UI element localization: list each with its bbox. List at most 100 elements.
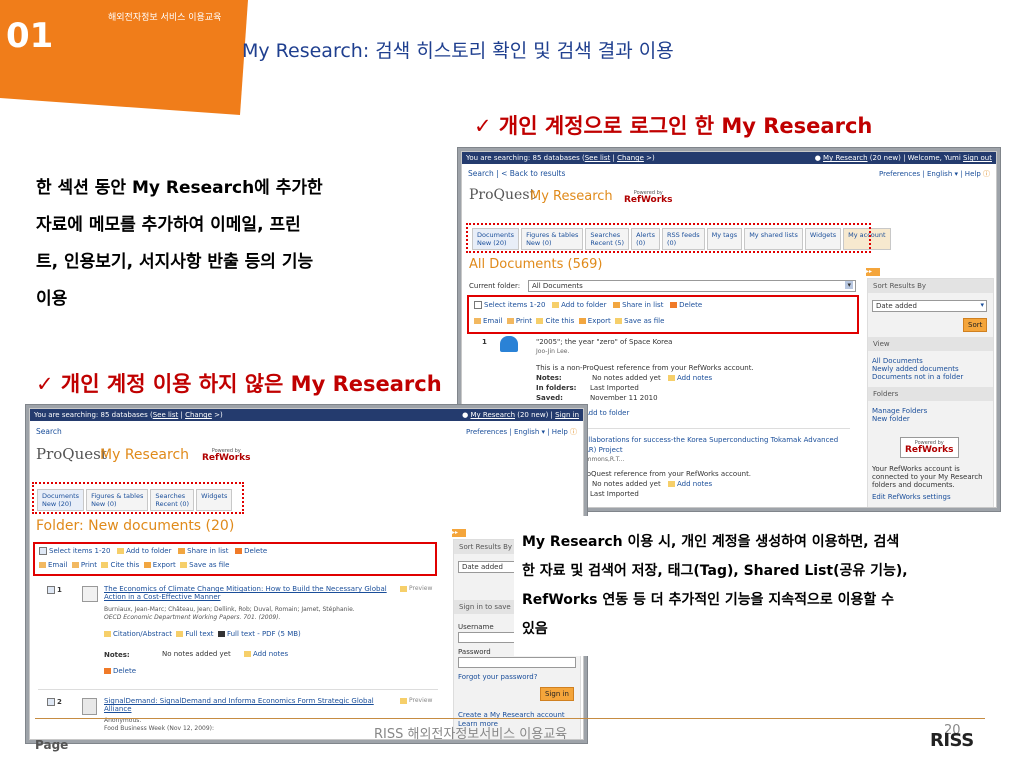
saved-value: November 11 2010 <box>590 394 658 402</box>
back-to-results-link[interactable]: < Back to results <box>501 169 565 178</box>
refworks-logo: RefWorks <box>624 195 673 205</box>
footer-course-title: RISS 해외전자정보서비스 이용교육 <box>374 727 568 742</box>
collapse-icon[interactable]: ▸▸ <box>866 268 880 276</box>
password-input[interactable] <box>458 657 576 668</box>
citation-abstract-link[interactable]: Citation/Abstract <box>113 630 172 638</box>
change-link[interactable]: Change <box>617 154 644 162</box>
change-link[interactable]: Change <box>185 411 212 419</box>
note-icon <box>668 375 675 381</box>
check-mark-icon: ✓ <box>474 114 492 138</box>
item1-checkbox-number[interactable]: 1 <box>47 586 62 594</box>
top-bar-text: You are searching: 85 databases ( <box>466 154 585 162</box>
full-text-link[interactable]: Full text <box>185 630 213 638</box>
sign-out-link[interactable]: Sign out <box>963 154 992 162</box>
citation-icon <box>104 631 111 637</box>
help-icon[interactable]: ⓘ <box>570 428 577 436</box>
view-all-documents-link[interactable]: All Documents <box>872 357 923 365</box>
my-research-link[interactable]: My Research <box>823 154 868 162</box>
subnav: Search | < Back to results <box>468 169 566 178</box>
item1-title[interactable]: The Economics of Climate Change Mitigati… <box>104 585 404 601</box>
item2-title-line2[interactable]: AR) Project <box>584 446 623 454</box>
description-right-line: RefWorks 연동 등 더 추가적인 기능을 지속적으로 이용할 수 <box>522 592 895 608</box>
slide-number: 01 <box>6 16 54 56</box>
collapse-icon[interactable]: ▸▸ <box>452 529 466 537</box>
add-notes-text: Add notes <box>677 480 713 488</box>
screenshot-guest: You are searching: 85 databases (See lis… <box>29 408 584 740</box>
refworks-logo: RefWorks <box>202 453 251 463</box>
preview-icon <box>400 697 407 704</box>
item1-author: Joo-Jin Lee. <box>536 348 570 355</box>
password-label: Password <box>458 648 491 656</box>
description-left: 한 섹션 동안 My Research에 추가한 자료에 메모를 추가하여 이메… <box>36 170 436 318</box>
preferences-link[interactable]: Preferences | English ▾ | Help <box>466 428 568 436</box>
add-notes-link[interactable]: Add notes <box>668 374 712 382</box>
item1-source: OECD Economic Department Working Papers.… <box>104 614 281 621</box>
documents-heading: All Documents (569) <box>469 257 603 272</box>
my-research-title: My Research <box>530 189 613 204</box>
preferences-bar[interactable]: Preferences | English ▾ | Help ⓘ <box>879 169 990 179</box>
item2-note: roQuest reference from your RefWorks acc… <box>584 470 752 478</box>
search-link[interactable]: Search <box>36 427 62 436</box>
view-newly-added-link[interactable]: Newly added documents <box>872 365 959 373</box>
preferences-bar[interactable]: Preferences | English ▾ | Help ⓘ <box>466 427 577 437</box>
preview-icon <box>400 585 407 592</box>
sign-in-link[interactable]: Sign in <box>555 411 579 419</box>
preview-text: Preview <box>409 697 433 704</box>
top-bar: You are searching: 85 databases (See lis… <box>30 409 583 421</box>
preview-button[interactable]: Preview <box>400 697 432 704</box>
current-folder-value: All Documents <box>532 282 583 290</box>
item2-source: Food Business Week (Nov 12, 2009): <box>104 725 215 732</box>
heading-not-logged-in: ✓ 개인 계정 이용 하지 않은 My Research <box>36 368 442 398</box>
item-number: 2 <box>57 698 62 706</box>
item2-title[interactable]: SignalDemand: SignalDemand and Informa E… <box>104 697 394 713</box>
help-icon[interactable]: ⓘ <box>983 170 990 178</box>
item2-checkbox-number[interactable]: 2 <box>47 698 62 706</box>
proquest-logo: ProQuest <box>36 445 107 463</box>
search-link[interactable]: Search <box>468 169 494 178</box>
full-text-pdf-link[interactable]: Full text - PDF (5 MB) <box>227 630 301 638</box>
new-folder-link[interactable]: New folder <box>872 415 910 423</box>
in-folders-value: Last Imported <box>590 490 639 498</box>
in-folders-value: Last Imported <box>590 384 639 392</box>
item1-note: This is a non-ProQuest reference from yo… <box>536 364 754 372</box>
edit-refworks-settings-link[interactable]: Edit RefWorks settings <box>872 493 951 501</box>
item2-author: immons,R.T... <box>584 456 625 463</box>
document-thumbnail-icon <box>82 698 97 715</box>
delete-item-link[interactable]: Delete <box>104 667 136 675</box>
current-folder-label: Current folder: <box>469 282 521 290</box>
heading-logged-in: ✓ 개인 계정으로 로그인 한 My Research <box>474 110 872 140</box>
see-list-link[interactable]: See list <box>153 411 179 419</box>
sort-select[interactable]: Date added ▾ <box>872 300 987 312</box>
my-research-title: My Research <box>100 447 190 463</box>
add-notes-link[interactable]: Add notes <box>244 650 288 658</box>
forgot-password-link[interactable]: Forgot your password? <box>458 673 537 681</box>
add-notes-text: Add notes <box>253 650 289 658</box>
add-to-folder-link[interactable]: Add to folder <box>584 409 629 417</box>
manage-folders-link[interactable]: Manage Folders <box>872 407 927 415</box>
item-number: 1 <box>57 586 62 594</box>
proquest-logo: ProQuest <box>469 187 536 203</box>
item-checkbox[interactable] <box>47 698 55 706</box>
footer-line <box>35 718 985 719</box>
my-research-link[interactable]: My Research <box>470 411 515 419</box>
sort-results-heading: Sort Results By <box>868 279 993 293</box>
refworks-logo: RefWorks <box>905 445 954 455</box>
sign-in-button[interactable]: Sign in <box>540 687 574 701</box>
check-mark-icon: ✓ <box>36 372 54 396</box>
item2-title-line1[interactable]: ollaborations for success-the Korea Supe… <box>584 436 838 444</box>
current-folder-select[interactable]: All Documents ▾ <box>528 280 856 292</box>
item1-title[interactable]: "2005"; the year "zero" of Space Korea <box>536 338 672 346</box>
item-checkbox[interactable] <box>47 586 55 594</box>
preferences-link[interactable]: Preferences | English ▾ | Help <box>879 170 981 178</box>
view-not-in-folder-link[interactable]: Documents not in a folder <box>872 373 963 381</box>
see-list-link[interactable]: See list <box>585 154 611 162</box>
powered-by-refworks: Powered by RefWorks <box>202 448 251 463</box>
sort-value: Date added <box>462 563 503 571</box>
note-icon <box>668 481 675 487</box>
add-notes-link[interactable]: Add notes <box>668 480 712 488</box>
notes-value: No notes added yet <box>592 374 661 382</box>
highlight-toolbar-box <box>467 295 859 334</box>
notes-label: Notes: <box>536 374 562 382</box>
preview-button[interactable]: Preview <box>400 585 432 592</box>
sort-button[interactable]: Sort <box>963 318 988 332</box>
